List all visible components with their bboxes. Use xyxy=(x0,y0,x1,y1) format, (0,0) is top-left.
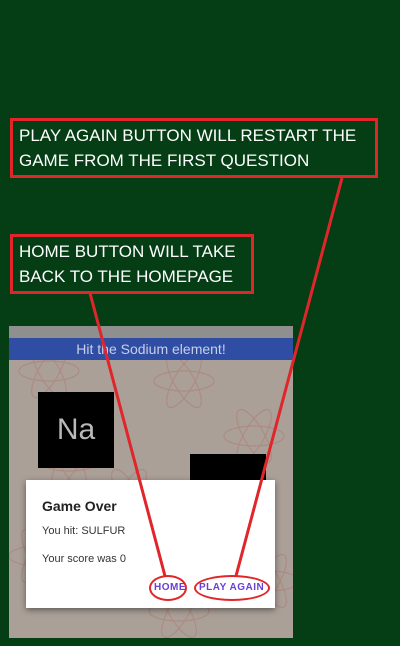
play-again-button[interactable]: PLAY AGAIN xyxy=(199,582,264,593)
play-again-annotation: PLAY AGAIN BUTTON WILL RESTART THE GAME … xyxy=(10,118,378,178)
dialog-score-text: Your score was 0 xyxy=(42,553,126,565)
status-strip xyxy=(9,326,293,338)
game-prompt-banner: Hit the Sodium element! xyxy=(9,338,293,360)
element-tile-sodium[interactable]: Na xyxy=(38,392,114,468)
game-over-dialog: Game Over You hit: SULFUR Your score was… xyxy=(26,480,275,608)
play-again-annotation-text: PLAY AGAIN BUTTON WILL RESTART THE GAME … xyxy=(19,126,357,170)
dialog-hit-text: You hit: SULFUR xyxy=(42,525,126,537)
home-button[interactable]: HOME xyxy=(154,582,186,593)
dialog-title: Game Over xyxy=(42,498,117,514)
home-annotation: HOME BUTTON WILL TAKE BACK TO THE HOMEPA… xyxy=(10,234,254,294)
home-annotation-text: HOME BUTTON WILL TAKE BACK TO THE HOMEPA… xyxy=(19,242,236,286)
